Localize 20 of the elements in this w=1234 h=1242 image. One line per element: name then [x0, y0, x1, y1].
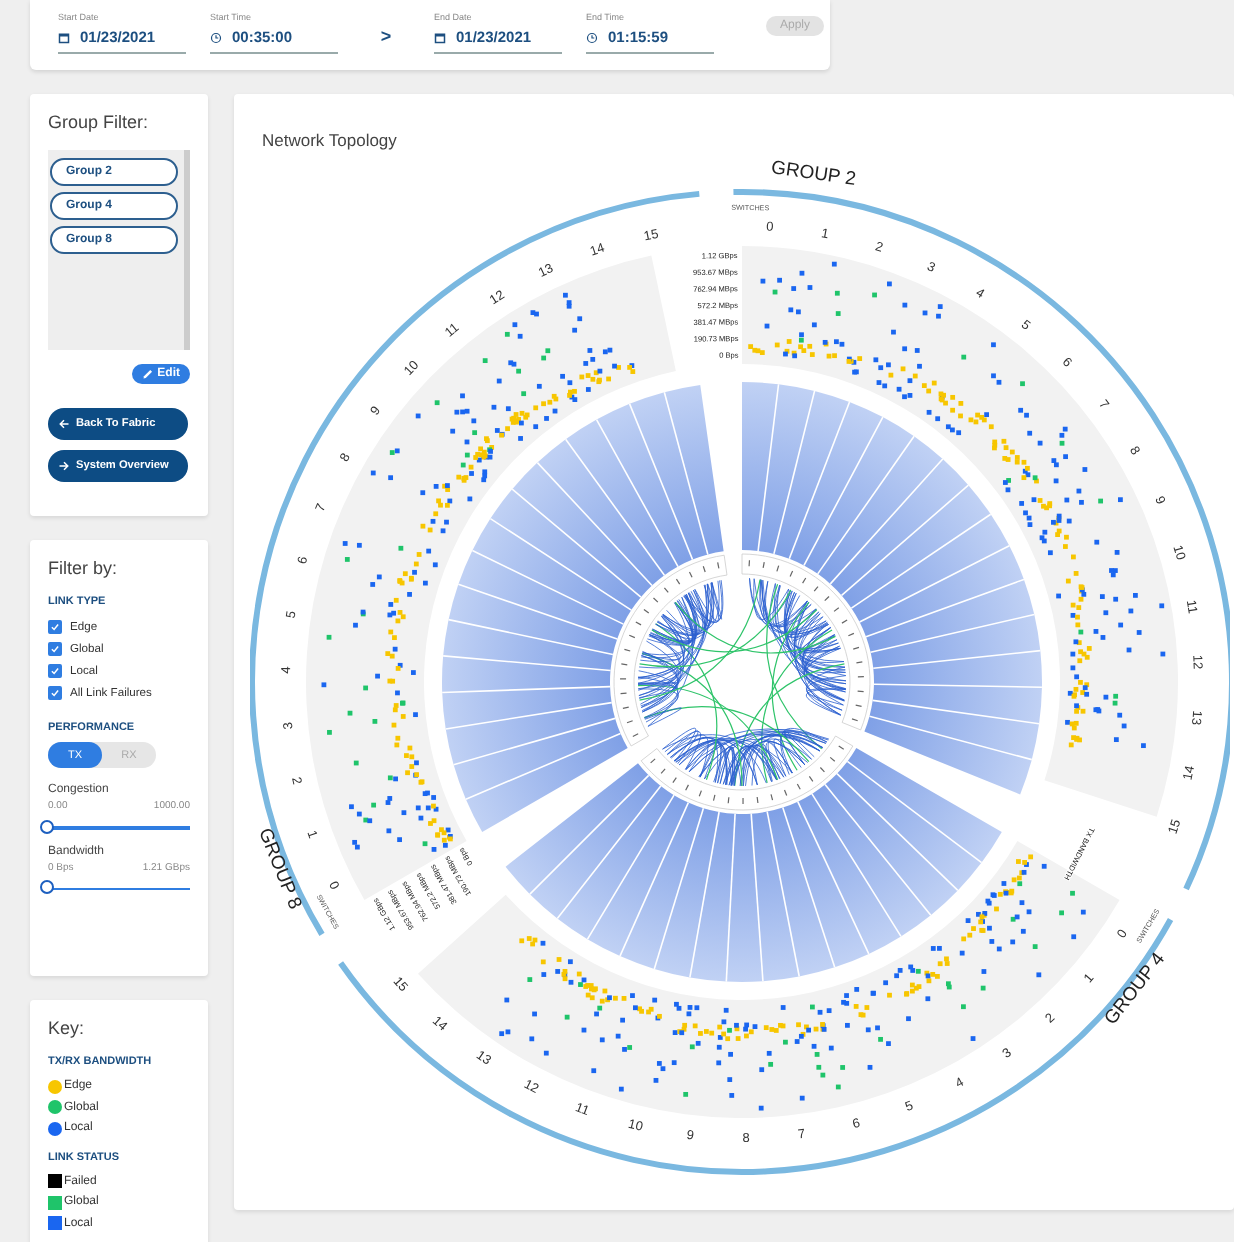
- scrollbar[interactable]: [184, 150, 190, 350]
- left-arrow-icon: [58, 418, 70, 430]
- clock-icon: [586, 31, 598, 43]
- calendar-icon: [58, 31, 70, 43]
- calendar-icon: [434, 31, 446, 43]
- range-separator: >: [378, 26, 394, 46]
- pencil-icon: [141, 368, 154, 380]
- right-arrow-icon: [58, 460, 70, 472]
- checkbox[interactable]: [48, 664, 62, 678]
- slider-thumb[interactable]: [40, 880, 54, 894]
- checkbox[interactable]: [48, 686, 62, 700]
- card-title: Filter by:: [48, 558, 120, 578]
- checkbox[interactable]: [48, 642, 62, 656]
- clock-icon: [210, 31, 222, 43]
- checkbox[interactable]: [48, 620, 62, 634]
- slider-thumb[interactable]: [40, 819, 54, 833]
- card-title: Group Filter:: [48, 112, 151, 132]
- card-title: Key:: [48, 1018, 87, 1038]
- group-label: GROUP 2: [769, 157, 858, 191]
- card-title: Network Topology: [260, 128, 399, 150]
